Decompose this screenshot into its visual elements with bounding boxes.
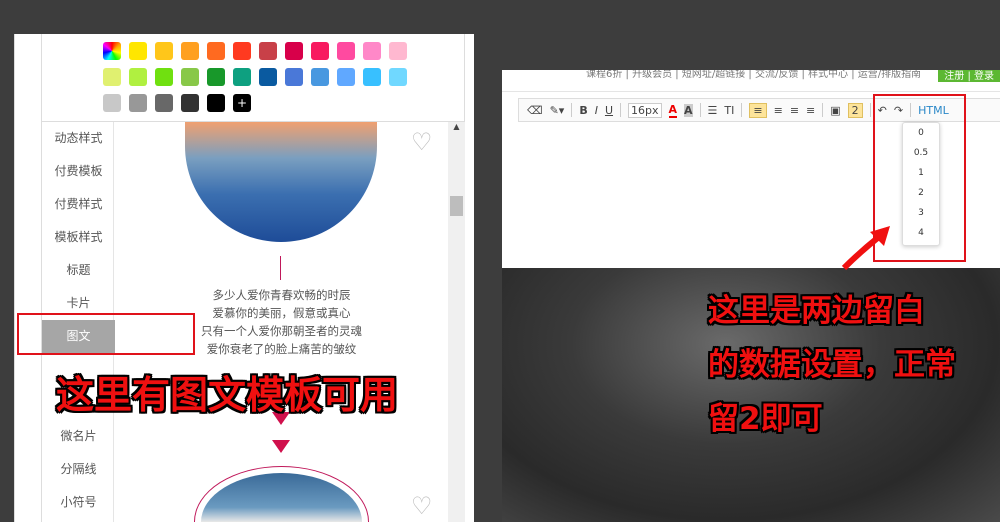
sidebar-item[interactable]: 动态样式 [42, 122, 115, 155]
bold-button[interactable]: B [579, 104, 587, 117]
align-right-icon[interactable]: ≡ [790, 104, 799, 117]
scrollbar-thumb[interactable] [450, 196, 463, 216]
color-swatch[interactable] [207, 42, 225, 60]
sidebar-item[interactable]: 付费样式 [42, 188, 115, 221]
color-swatch[interactable] [389, 42, 407, 60]
underline-button[interactable]: U [605, 104, 613, 117]
sidebar-item[interactable]: 小符号 [42, 486, 115, 519]
italic-button[interactable]: I [595, 104, 598, 117]
nav-link[interactable]: 运营/排版指南 [858, 70, 921, 80]
color-palette: + [41, 34, 465, 122]
highlight-box [17, 313, 195, 355]
title-button[interactable]: TI [724, 104, 734, 117]
triangle-icon [272, 440, 290, 453]
nav-link[interactable]: 交流/反馈 [755, 70, 798, 80]
color-swatch[interactable] [207, 94, 225, 112]
sidebar-item[interactable]: 付费模板 [42, 155, 115, 188]
nav-link[interactable]: 短网址/超链接 [682, 70, 745, 80]
template-panel: + 动态样式 付费模板 付费样式 模板样式 标题 卡片 图文 微名片 分隔线 小符号 ♡ 多少人爱… [14, 34, 474, 522]
annotation-right: 这里是两边留白 的数据设置，正常 留2即可 [708, 284, 956, 446]
align-center-icon[interactable]: ≡ [774, 104, 783, 117]
color-swatch[interactable] [259, 42, 277, 60]
bg-color-button[interactable]: A [684, 103, 693, 117]
format-brush-icon[interactable]: ✎▾ [550, 104, 565, 117]
color-swatch[interactable] [285, 42, 303, 60]
color-swatch[interactable] [363, 68, 381, 86]
color-swatch[interactable] [181, 68, 199, 86]
color-swatch[interactable] [103, 94, 121, 112]
color-swatch[interactable] [181, 94, 199, 112]
color-swatch[interactable] [311, 42, 329, 60]
sidebar-item[interactable]: 分隔线 [42, 453, 115, 486]
top-nav: 课程6折 | 升级会员 | 短网址/超链接 | 交流/反馈 | 样式中心 | 运… [502, 70, 1000, 92]
sidebar-item[interactable]: 标题 [42, 254, 115, 287]
image-icon[interactable]: ▣ [830, 104, 840, 117]
color-swatch[interactable] [337, 42, 355, 60]
annotation-left: 这里有图文模板可用 [56, 373, 399, 417]
align-left-icon[interactable]: ≡ [749, 102, 767, 118]
arrow-icon [841, 226, 890, 271]
color-swatch[interactable] [103, 68, 121, 86]
poem-line: 多少人爱你青春欢畅的时辰 [212, 288, 351, 302]
sidebar-item[interactable]: 模板样式 [42, 221, 115, 254]
scrollbar[interactable]: ▲ [448, 122, 465, 522]
color-swatch[interactable] [389, 68, 407, 86]
color-swatch[interactable] [337, 68, 355, 86]
heart-icon[interactable]: ♡ [411, 494, 433, 518]
color-swatch[interactable] [155, 42, 173, 60]
color-swatch[interactable] [129, 68, 147, 86]
padding-select[interactable]: 2 [847, 102, 863, 118]
color-swatch[interactable] [181, 42, 199, 60]
annotation-line: 的数据设置，正常 [708, 347, 956, 383]
color-swatch[interactable] [155, 94, 173, 112]
color-swatch[interactable] [285, 68, 303, 86]
eraser-icon[interactable]: ⌫ [527, 104, 543, 117]
annotation-line: 留2即可 [708, 401, 823, 437]
font-color-button[interactable]: A [668, 103, 678, 118]
color-swatch[interactable] [233, 68, 251, 86]
color-swatch[interactable] [259, 68, 277, 86]
heart-icon[interactable]: ♡ [411, 130, 433, 154]
justify-icon[interactable]: ≡ [806, 104, 815, 117]
color-swatch[interactable] [233, 42, 251, 60]
divider-line [280, 256, 281, 280]
color-swatch[interactable] [207, 68, 225, 86]
nav-link[interactable]: 升级会员 [632, 70, 672, 80]
sidebar-item[interactable]: 微名片 [42, 420, 115, 453]
color-swatch[interactable] [155, 68, 173, 86]
nav-link[interactable]: 样式中心 [808, 70, 848, 80]
sky-image[interactable] [194, 466, 369, 522]
color-swatch[interactable] [311, 68, 329, 86]
list-button[interactable]: ☰ [708, 104, 718, 117]
color-swatch[interactable] [363, 42, 381, 60]
mountain-image[interactable] [185, 122, 377, 242]
color-swatch[interactable] [103, 42, 121, 60]
nav-link[interactable]: 课程6折 [586, 70, 622, 80]
font-size-select[interactable]: 16px [628, 102, 662, 118]
add-color-button[interactable]: + [233, 94, 251, 112]
annotation-line: 这里是两边留白 [708, 293, 925, 329]
register-login-button[interactable]: 注册 | 登录 [938, 70, 1000, 82]
color-swatch[interactable] [129, 94, 147, 112]
color-swatch[interactable] [129, 42, 147, 60]
